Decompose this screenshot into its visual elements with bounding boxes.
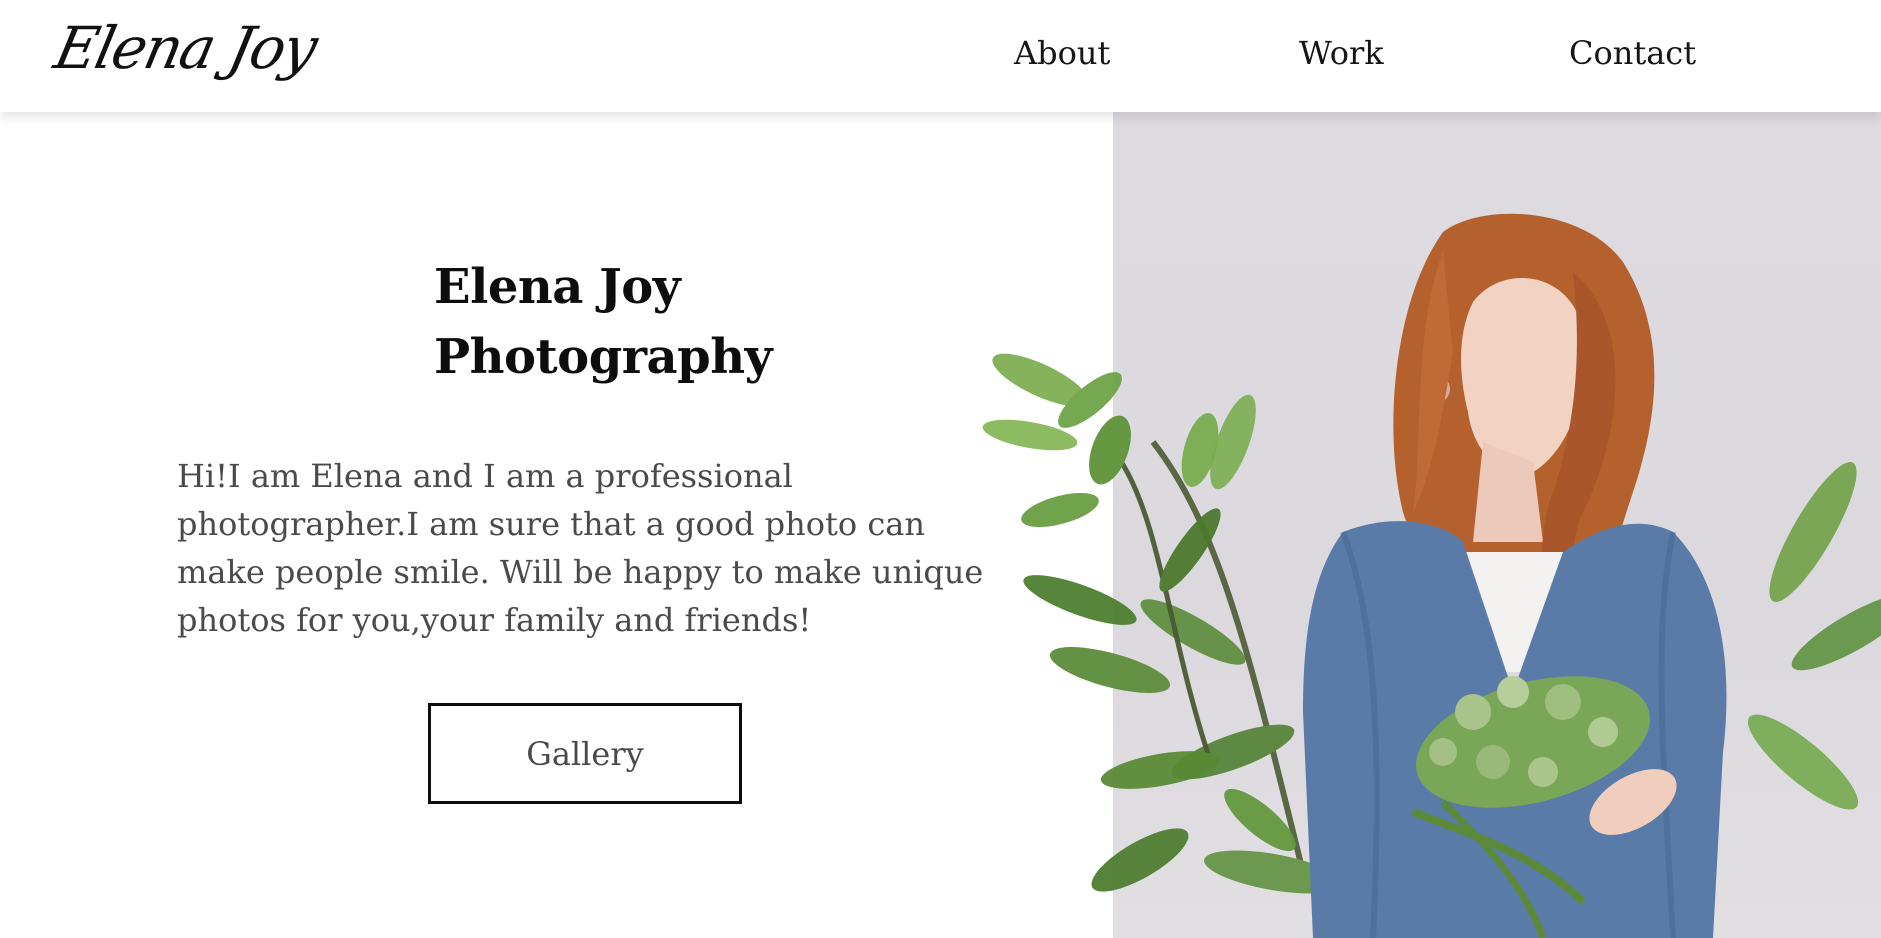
- hero-title-line-2: Photography: [434, 329, 773, 385]
- gallery-button[interactable]: Gallery: [428, 703, 742, 804]
- site-header: Elena Joy About Work Contact: [0, 0, 1881, 112]
- plant-leaves-decoration: [982, 353, 1296, 892]
- hero-description-line: make people smile. Will be happy to make…: [177, 553, 984, 591]
- hero-description: Hi!I am Elena and I am a professional ph…: [177, 452, 997, 644]
- nav-contact-link[interactable]: Contact: [1569, 34, 1696, 72]
- hero-description-line: photos for you,your family and friends!: [177, 601, 812, 639]
- logo[interactable]: Elena Joy: [49, 14, 322, 82]
- hero-description-line: Hi!I am Elena and I am a professional: [177, 457, 793, 495]
- nav-about-link[interactable]: About: [1014, 34, 1110, 72]
- hero-title: Elena Joy Photography: [434, 252, 814, 392]
- nav-work-link[interactable]: Work: [1299, 34, 1384, 72]
- hero-description-line: photographer.I am sure that a good photo…: [177, 505, 925, 543]
- hero-title-line-1: Elena Joy: [434, 259, 681, 315]
